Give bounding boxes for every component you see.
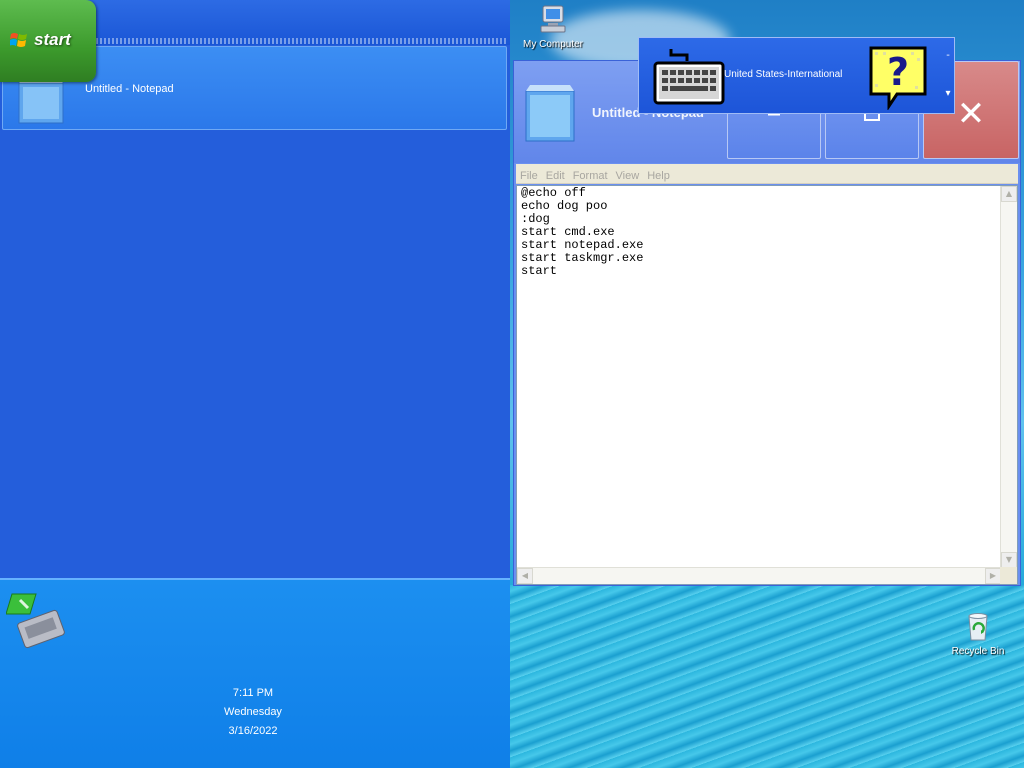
svg-text:?: ?: [887, 50, 909, 94]
system-tray: 7:11 PM Wednesday 3/16/2022: [0, 578, 510, 768]
resize-grip[interactable]: [1000, 567, 1017, 584]
windows-logo-icon: [9, 32, 28, 48]
clock-day: Wednesday: [224, 706, 282, 718]
horizontal-scrollbar[interactable]: ◀ ▶: [517, 567, 1001, 584]
clock-time: 7:11 PM: [232, 687, 274, 699]
taskbar-grip[interactable]: [96, 38, 506, 44]
langbar-minimize-icon[interactable]: -: [942, 50, 954, 62]
language-selector[interactable]: United States-International: [724, 69, 842, 80]
clock-date: 3/16/2022: [228, 725, 278, 737]
start-button[interactable]: start: [0, 0, 96, 82]
start-button-label: start: [34, 30, 71, 49]
help-icon[interactable]: ?: [867, 44, 931, 111]
clock[interactable]: 7:11 PM Wednesday 3/16/2022: [180, 684, 326, 741]
notepad-window: Untitled - Notepad ✕ FileEditFormatViewH…: [513, 60, 1021, 586]
editor-content[interactable]: @echo off echo dog poo :dog start cmd.ex…: [521, 187, 999, 567]
recycle-bin-icon: [962, 610, 994, 642]
notepad-icon: [520, 81, 582, 145]
taskbar: Untitled - Notepad 7:11 PM Wednesday 3/1…: [0, 0, 510, 768]
network-icon[interactable]: [5, 590, 70, 652]
scroll-right-icon[interactable]: ▶: [985, 568, 1001, 584]
scroll-down-icon[interactable]: ▼: [1001, 552, 1017, 568]
desktop-icon-label: My Computer: [522, 39, 583, 50]
menu-format[interactable]: Format: [569, 167, 612, 182]
desktop-icon-recycle-bin[interactable]: Recycle Bin: [933, 610, 1023, 657]
menu-file[interactable]: File: [516, 167, 542, 182]
menu-help[interactable]: Help: [643, 167, 674, 182]
close-icon: ✕: [956, 94, 986, 134]
menu-edit[interactable]: Edit: [542, 167, 569, 182]
keyboard-icon[interactable]: [653, 47, 725, 107]
scroll-left-icon[interactable]: ◀: [517, 568, 533, 584]
text-editor[interactable]: @echo off echo dog poo :dog start cmd.ex…: [516, 185, 1018, 585]
language-bar: United States-International ? - ▾: [638, 37, 955, 114]
langbar-options-icon[interactable]: ▾: [942, 88, 954, 100]
notepad-icon: [15, 77, 73, 125]
menu-bar: File Edit Format View Help: [516, 164, 1018, 184]
menu-view[interactable]: View: [612, 167, 644, 182]
taskbar-item-label: Untitled - Notepad: [85, 83, 174, 95]
desktop-icon-label: Recycle Bin: [951, 646, 1005, 657]
vertical-scrollbar[interactable]: ▲ ▼: [1000, 186, 1017, 568]
my-computer-icon: [537, 3, 569, 35]
scroll-up-icon[interactable]: ▲: [1001, 186, 1017, 202]
desktop-icon-my-computer[interactable]: My Computer: [508, 3, 598, 50]
taskbar-empty-area: [2, 131, 507, 576]
